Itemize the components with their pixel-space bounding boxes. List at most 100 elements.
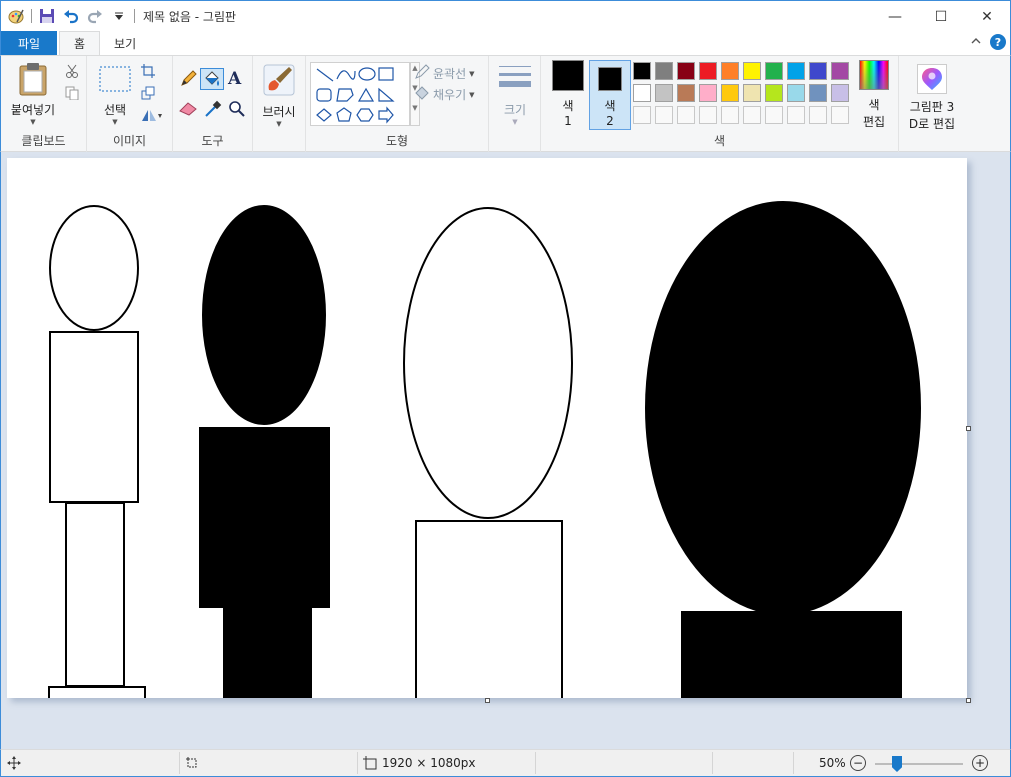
clipboard-group-label: 클립보드 [21,134,66,148]
palette-swatch[interactable] [699,62,717,80]
zoom-slider-track [875,763,963,765]
custom-color-slot[interactable] [721,106,739,124]
custom-color-slot[interactable] [765,106,783,124]
minimize-button[interactable]: — [872,1,918,32]
paint-app-icon[interactable] [7,7,25,25]
custom-color-slot[interactable] [655,106,673,124]
figure-1-torso [49,331,139,503]
rainbow-icon [859,60,889,90]
brushes-button[interactable]: 브러시 ▼ [259,64,299,128]
tab-view[interactable]: 보기 [100,31,150,55]
shape-rounded-rectangle-icon [316,88,332,102]
cut-icon[interactable] [65,64,79,81]
paint3d-icon [917,64,947,94]
palette-swatch[interactable] [721,84,739,102]
help-icon[interactable]: ? [990,34,1006,50]
figure-1-leg [65,502,125,687]
palette-swatch[interactable] [677,84,695,102]
figure-1-base [48,686,146,698]
palette-swatch[interactable] [787,84,805,102]
resize-handle-corner[interactable] [966,698,971,703]
select-button[interactable]: 선택 ▼ [97,66,133,126]
divider [134,9,135,23]
color-2-button[interactable]: 색 2 [589,60,631,130]
resize-icon[interactable] [141,86,155,103]
palette-swatch[interactable] [809,62,827,80]
rotate-icon[interactable] [141,108,163,125]
paste-label: 붙여넣기 [10,103,56,117]
figure-4-torso [681,611,902,698]
zoom-level: 50% [819,756,846,770]
palette-swatch[interactable] [699,84,717,102]
palette-swatch[interactable] [831,84,849,102]
figure-4-head [645,201,921,615]
brushes-label: 브러시 [262,105,296,119]
palette-swatch[interactable] [677,62,695,80]
fill-button[interactable]: 채우기 ▼ [414,85,475,104]
palette-swatch[interactable] [633,62,651,80]
zoom-slider-thumb[interactable] [892,756,902,772]
edit-with-paint3d-button[interactable]: 그림판 3 D로 편집 [903,64,961,132]
fill-bucket-icon[interactable] [200,68,224,90]
divider [712,752,713,774]
eraser-icon[interactable] [179,100,197,119]
palette-swatch[interactable] [743,62,761,80]
pencil-icon[interactable] [179,70,197,91]
color-picker-icon[interactable] [204,100,222,121]
collapse-ribbon-icon[interactable] [970,35,982,50]
outline-button[interactable]: 윤곽선 ▼ [414,64,475,83]
drawing-canvas[interactable] [7,158,967,698]
customize-toolbar-icon[interactable] [110,7,128,25]
resize-handle-right[interactable] [966,426,971,431]
color-1-button[interactable]: 색 1 [549,60,587,128]
close-button[interactable]: ✕ [964,1,1010,32]
custom-color-slot[interactable] [699,106,717,124]
custom-color-slot[interactable] [831,106,849,124]
palette-swatch[interactable] [765,84,783,102]
text-icon[interactable]: A [228,69,241,89]
palette-swatch[interactable] [655,84,673,102]
resize-handle-bottom[interactable] [485,698,490,703]
edit-colors-button[interactable]: 색 편집 [853,60,895,130]
save-icon[interactable] [38,7,56,25]
gallery-expand-icon[interactable]: ▼ [411,103,419,113]
redo-icon[interactable] [86,7,104,25]
custom-color-slot[interactable] [633,106,651,124]
shape-diamond-icon [316,108,332,122]
palette-swatch[interactable] [831,62,849,80]
divider [357,752,358,774]
figure-3-head [403,207,573,519]
tab-home[interactable]: 홈 [59,31,101,55]
custom-color-slot[interactable] [809,106,827,124]
crop-icon[interactable] [141,64,155,81]
figure-2-leg [223,606,312,698]
zoom-out-button[interactable]: − [850,755,866,771]
palette-swatch[interactable] [633,84,651,102]
maximize-button[interactable]: ☐ [918,1,964,32]
color-palette [633,62,853,128]
shape-oval-icon [358,67,376,81]
custom-color-slot[interactable] [787,106,805,124]
tab-file[interactable]: 파일 [1,31,57,55]
custom-color-slot[interactable] [677,106,695,124]
brushes-group: 브러시 ▼ [253,56,306,152]
undo-icon[interactable] [62,7,80,25]
shape-arrow-icon [378,106,394,124]
palette-swatch[interactable] [655,62,673,80]
custom-color-slot[interactable] [743,106,761,124]
magnifier-icon[interactable] [228,100,246,121]
copy-icon[interactable] [65,86,79,103]
palette-swatch[interactable] [787,62,805,80]
paste-button[interactable]: 붙여넣기 ▼ [7,62,59,126]
tools-group: A 도구 [173,56,253,152]
palette-swatch[interactable] [743,84,761,102]
palette-swatch[interactable] [721,62,739,80]
zoom-slider[interactable] [875,756,963,772]
select-icon [99,66,131,95]
zoom-in-button[interactable]: + [972,755,988,771]
size-button[interactable]: 크기 ▼ [497,64,533,126]
edit-colors-label-line2: 편집 [862,115,886,129]
palette-swatch[interactable] [809,84,827,102]
palette-swatch[interactable] [765,62,783,80]
fill-icon [414,85,430,104]
